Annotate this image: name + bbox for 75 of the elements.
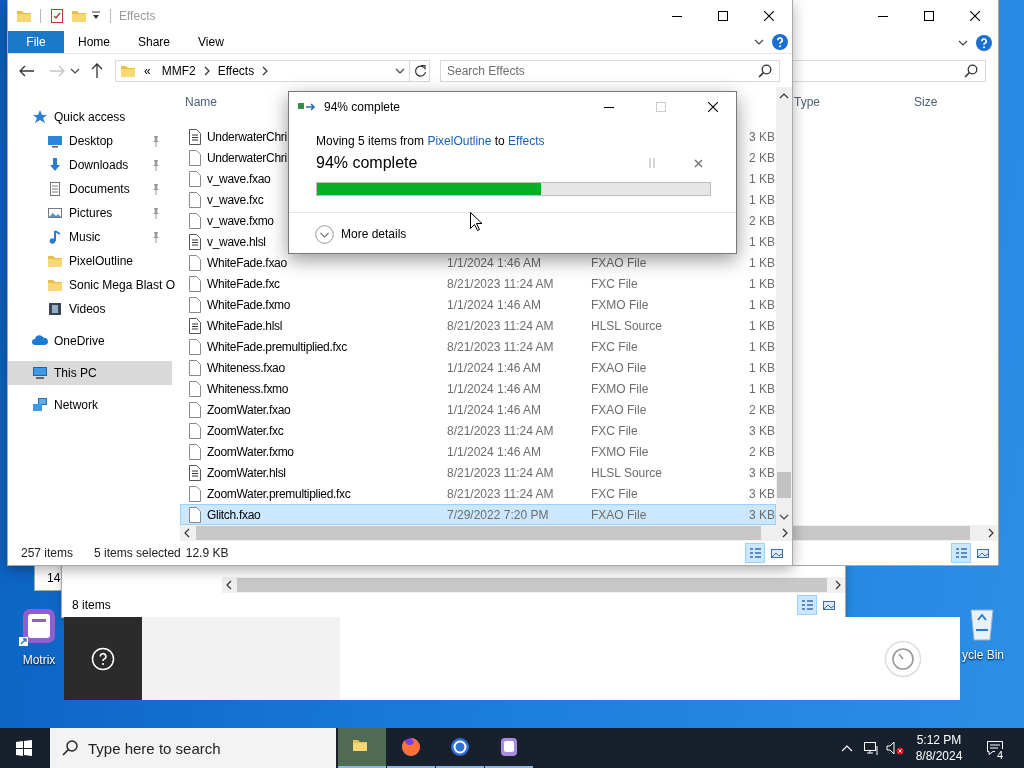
file-size: 3 KB [749,465,775,480]
notification-count: 4 [995,749,1006,761]
file-name: ZoomWater.fxao [207,402,291,417]
file-name: WhiteFade.fxao [207,255,287,270]
file-name: ZoomWater.fxmo [207,444,294,459]
file-type: FXAO File [591,402,647,417]
item-count: 8 items [72,598,111,612]
file-type: FXAO File [591,255,647,270]
file-type: FXMO File [591,444,649,459]
file-name: ZoomWater.hlsl [207,465,286,480]
file-date: 8/21/2023 11:24 AM [447,423,554,438]
file-size: 2 KB [749,402,775,417]
file-type: FXAO File [591,507,647,522]
file-type: HLSL Source [591,318,662,333]
file-date: 8/21/2023 11:24 AM [447,486,554,501]
file-name: WhiteFade.premultiplied.fxc [207,339,347,354]
file-type: HLSL Source [591,465,662,480]
file-name: ZoomWater.premultiplied.fxc [207,486,351,501]
file-date: 1/1/2024 1:46 AM [447,444,542,459]
file-type: FXC File [591,339,638,354]
progress-status: 94% complete [316,154,418,172]
file-name: WhiteFade.fxc [207,276,280,291]
file-date: 8/21/2023 11:24 AM [447,465,554,480]
file-name: v_wave.hlsl [207,234,266,249]
file-name: Whiteness.fxao [207,360,285,375]
file-size: 2 KB [749,213,775,228]
file-name: v_wave.fxao [207,171,271,186]
file-size: 1 KB [749,381,775,396]
file-name: WhiteFade.hlsl [207,318,283,333]
file-size: 1 KB [749,318,775,333]
file-size: 1 KB [749,255,775,270]
file-type: FXC File [591,486,638,501]
file-date: 8/21/2023 11:24 AM [447,339,554,354]
file-date: 8/21/2023 11:24 AM [447,318,554,333]
file-size: 3 KB [749,486,775,501]
file-name: ZoomWater.fxc [207,423,284,438]
file-name: UnderwaterChri [207,150,287,165]
file-name: Glitch.fxao [207,507,261,522]
file-date: 8/21/2023 11:24 AM [447,276,554,291]
selection-size: 12.9 KB [185,546,229,560]
file-size: 1 KB [749,339,775,354]
file-date: 1/1/2024 1:46 AM [447,402,542,417]
file-size: 3 KB [749,507,775,522]
file-size: 1 KB [749,234,775,249]
file-name: v_wave.fxmo [207,213,274,228]
file-date: 1/1/2024 1:46 AM [447,255,542,270]
file-size: 1 KB [749,276,775,291]
dialog-title: 94% complete [324,100,401,114]
file-size: 3 KB [749,129,775,144]
window-title: Effects [119,8,156,23]
file-date: 1/1/2024 1:46 AM [447,360,542,375]
file-size: 1 KB [749,171,775,186]
selection-count: 5 items selected [94,546,181,560]
file-name: UnderwaterChri [207,129,287,144]
file-date: 1/1/2024 1:46 AM [447,297,542,312]
file-name: Whiteness.fxmo [207,381,289,396]
file-name: v_wave.fxc [207,192,264,207]
status-text: 14 [47,571,61,585]
file-name: WhiteFade.fxmo [207,297,291,312]
file-size: 1 KB [749,360,775,375]
file-type: FXMO File [591,381,649,396]
file-type: FXC File [591,276,638,291]
item-count: 257 items [21,546,74,560]
file-size: 1 KB [749,297,775,312]
file-size: 2 KB [749,150,775,165]
overflow-chevrons: « [144,63,151,78]
file-date: 7/29/2022 7:20 PM [447,507,549,522]
file-size: 3 KB [749,423,775,438]
file-size: 1 KB [749,192,775,207]
file-date: 1/1/2024 1:46 AM [447,381,542,396]
file-type: FXMO File [591,297,649,312]
progress-message: Moving 5 items from PixelOutline to Effects [316,133,546,149]
file-type: FXC File [591,423,638,438]
file-size: 2 KB [749,444,775,459]
file-type: FXAO File [591,360,647,375]
